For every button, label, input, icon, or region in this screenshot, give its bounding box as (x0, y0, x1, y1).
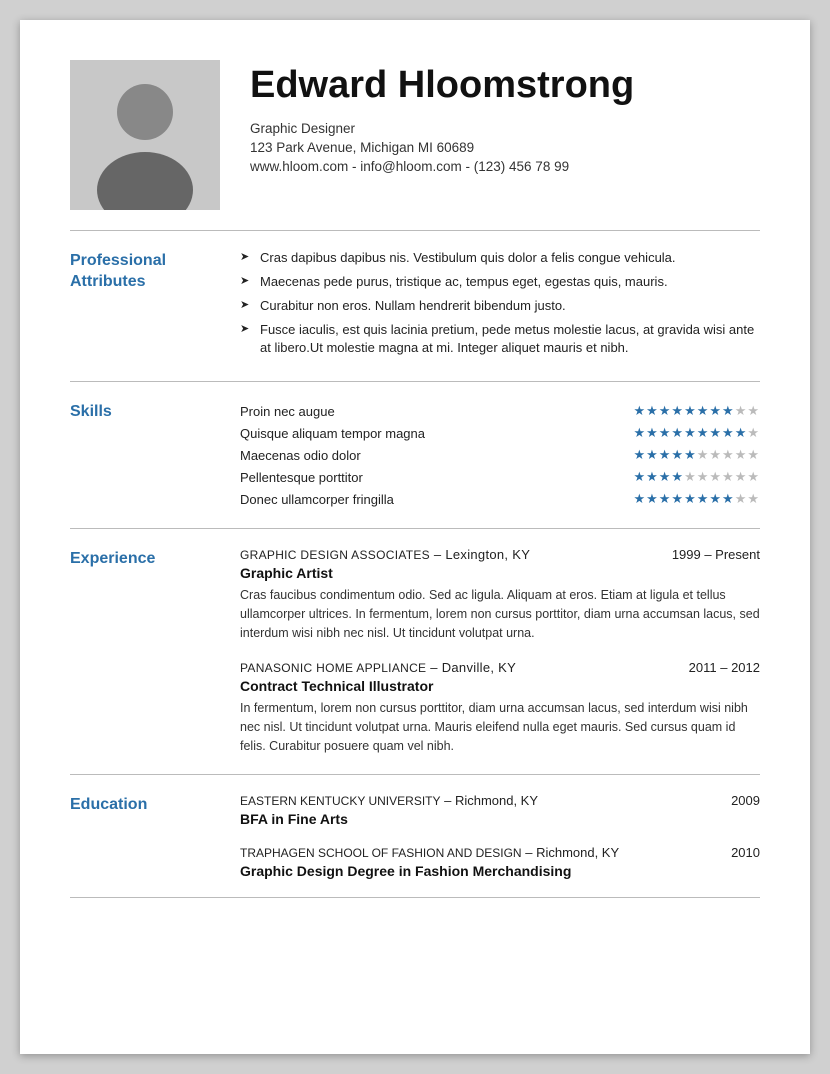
exp-description: In fermentum, lorem non cursus porttitor… (240, 699, 760, 755)
experience-content: Graphic Design Associates – Lexington, K… (240, 547, 760, 756)
edu-year: 2010 (731, 845, 760, 860)
skills-table: Proin nec augue★★★★★★★★★★Quisque aliquam… (240, 400, 760, 510)
edu-school: Traphagen School of Fashion and Design –… (240, 845, 619, 860)
exp-header: Graphic Design Associates – Lexington, K… (240, 547, 760, 562)
skill-row: Proin nec augue★★★★★★★★★★ (240, 400, 760, 422)
professional-label-text: ProfessionalAttributes (70, 252, 166, 290)
attribute-item: Maecenas pede purus, tristique ac, tempu… (240, 273, 760, 292)
skill-stars: ★★★★★★★★★★ (552, 488, 760, 510)
education-content: Eastern Kentucky University – Richmond, … (240, 793, 760, 879)
resume-document: Edward Hloomstrong Graphic Designer 123 … (20, 20, 810, 1054)
edu-header: Traphagen School of Fashion and Design –… (240, 845, 760, 860)
attributes-list: Cras dapibus dapibus nis. Vestibulum qui… (240, 249, 760, 358)
candidate-name: Edward Hloomstrong (250, 65, 760, 107)
experience-entry: Graphic Design Associates – Lexington, K… (240, 547, 760, 642)
education-label-text: Education (70, 796, 147, 813)
education-label: Education (70, 793, 240, 879)
education-entry: Traphagen School of Fashion and Design –… (240, 845, 760, 879)
exp-date: 1999 – Present (672, 547, 760, 562)
skill-stars: ★★★★★★★★★★ (552, 422, 760, 444)
attribute-item: Fusce iaculis, est quis lacinia pretium,… (240, 321, 760, 359)
professional-section: ProfessionalAttributes Cras dapibus dapi… (70, 230, 760, 381)
experience-entry: Panasonic Home Appliance – Danville, KY … (240, 660, 760, 755)
experience-label-text: Experience (70, 550, 155, 567)
header-section: Edward Hloomstrong Graphic Designer 123 … (70, 60, 760, 210)
skill-row: Maecenas odio dolor★★★★★★★★★★ (240, 444, 760, 466)
education-entry: Eastern Kentucky University – Richmond, … (240, 793, 760, 827)
experience-section: Experience Graphic Design Associates – L… (70, 528, 760, 774)
edu-degree: BFA in Fine Arts (240, 811, 760, 827)
skill-row: Donec ullamcorper fringilla★★★★★★★★★★ (240, 488, 760, 510)
edu-header: Eastern Kentucky University – Richmond, … (240, 793, 760, 808)
edu-degree: Graphic Design Degree in Fashion Merchan… (240, 863, 760, 879)
exp-description: Cras faucibus condimentum odio. Sed ac l… (240, 586, 760, 642)
skills-content: Proin nec augue★★★★★★★★★★Quisque aliquam… (240, 400, 760, 510)
header-info: Edward Hloomstrong Graphic Designer 123 … (250, 60, 760, 210)
skill-name: Donec ullamcorper fringilla (240, 488, 552, 510)
skill-stars: ★★★★★★★★★★ (552, 400, 760, 422)
exp-role: Graphic Artist (240, 565, 760, 581)
exp-date: 2011 – 2012 (689, 660, 760, 675)
avatar (70, 60, 220, 210)
job-title: Graphic Designer (250, 121, 760, 136)
professional-label: ProfessionalAttributes (70, 249, 240, 363)
attribute-item: Cras dapibus dapibus nis. Vestibulum qui… (240, 249, 760, 268)
skills-label-text: Skills (70, 403, 112, 420)
attribute-item: Curabitur non eros. Nullam hendrerit bib… (240, 297, 760, 316)
address: 123 Park Avenue, Michigan MI 60689 (250, 140, 760, 155)
skill-stars: ★★★★★★★★★★ (552, 444, 760, 466)
experience-label: Experience (70, 547, 240, 756)
skills-label: Skills (70, 400, 240, 510)
professional-content: Cras dapibus dapibus nis. Vestibulum qui… (240, 249, 760, 363)
exp-company: Graphic Design Associates – Lexington, K… (240, 547, 530, 562)
edu-year: 2009 (731, 793, 760, 808)
skill-stars: ★★★★★★★★★★ (552, 466, 760, 488)
exp-company: Panasonic Home Appliance – Danville, KY (240, 660, 516, 675)
skills-section: Skills Proin nec augue★★★★★★★★★★Quisque … (70, 381, 760, 528)
education-section: Education Eastern Kentucky University – … (70, 774, 760, 898)
skill-name: Maecenas odio dolor (240, 444, 552, 466)
skill-row: Quisque aliquam tempor magna★★★★★★★★★★ (240, 422, 760, 444)
edu-school: Eastern Kentucky University – Richmond, … (240, 793, 538, 808)
skill-name: Quisque aliquam tempor magna (240, 422, 552, 444)
skill-name: Pellentesque porttitor (240, 466, 552, 488)
exp-role: Contract Technical Illustrator (240, 678, 760, 694)
exp-header: Panasonic Home Appliance – Danville, KY … (240, 660, 760, 675)
skill-row: Pellentesque porttitor★★★★★★★★★★ (240, 466, 760, 488)
contact-info: www.hloom.com - info@hloom.com - (123) 4… (250, 159, 760, 174)
skill-name: Proin nec augue (240, 400, 552, 422)
